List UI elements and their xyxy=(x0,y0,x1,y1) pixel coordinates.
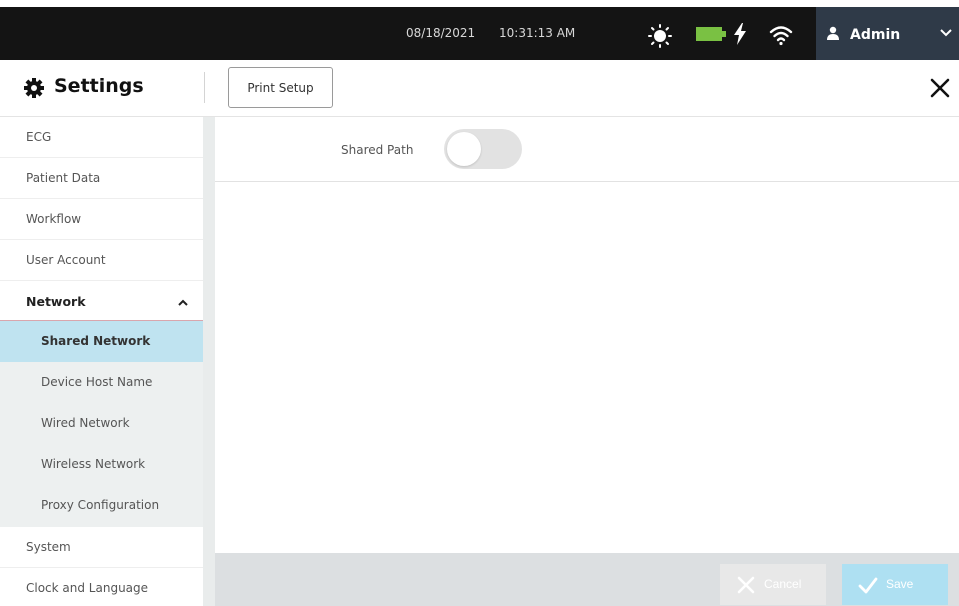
sidebar-item-label: Patient Data xyxy=(26,171,101,185)
cancel-label: Cancel xyxy=(764,577,802,591)
sidebar-item-label: Network xyxy=(26,294,86,309)
sidebar-subitem-label: Wired Network xyxy=(41,416,130,430)
sidebar-item-clock-and-language[interactable]: Clock and Language xyxy=(0,568,203,606)
sidebar-item-label: Clock and Language xyxy=(26,581,149,595)
battery-icon xyxy=(696,27,726,41)
sidebar-subitem-wireless-network[interactable]: Wireless Network xyxy=(0,444,203,485)
sidebar-item-label: ECG xyxy=(26,130,52,144)
sidebar-item-workflow[interactable]: Workflow xyxy=(0,199,203,240)
header-divider xyxy=(204,72,205,103)
row-divider xyxy=(215,181,959,182)
sidebar-item-patient-data[interactable]: Patient Data xyxy=(0,158,203,199)
save-button[interactable]: Save xyxy=(842,564,948,605)
settings-header: Settings Print Setup xyxy=(0,60,959,117)
sidebar-subitem-device-host-name[interactable]: Device Host Name xyxy=(0,362,203,403)
sidebar-item-user-account[interactable]: User Account xyxy=(0,240,203,281)
shared-path-label: Shared Path xyxy=(341,143,414,157)
chevron-up-icon xyxy=(178,299,188,306)
sidebar-item-label: User Account xyxy=(26,253,106,267)
close-icon[interactable] xyxy=(929,77,951,99)
action-footer: Cancel Save xyxy=(215,553,959,606)
close-icon xyxy=(737,576,755,594)
sidebar-subitem-proxy-configuration[interactable]: Proxy Configuration xyxy=(0,485,203,526)
sidebar-subitem-wired-network[interactable]: Wired Network xyxy=(0,403,203,444)
user-name: Admin xyxy=(850,27,901,43)
sidebar-item-network[interactable]: Network xyxy=(0,281,203,322)
charging-bolt-icon xyxy=(734,23,746,45)
sidebar-item-label: System xyxy=(26,540,71,554)
sidebar-subitem-label: Proxy Configuration xyxy=(41,498,160,512)
sun-icon[interactable] xyxy=(648,24,672,48)
status-bar: 08/18/2021 10:31:13 AM Admin xyxy=(0,0,959,60)
save-label: Save xyxy=(886,577,914,591)
network-subitems: Shared Network Device Host Name Wired Ne… xyxy=(0,321,203,527)
user-icon xyxy=(827,26,839,40)
sidebar-item-ecg[interactable]: ECG xyxy=(0,117,203,158)
sidebar-item-label: Workflow xyxy=(26,212,82,226)
toggle-knob xyxy=(447,132,481,166)
shared-network-panel: Shared Path xyxy=(215,117,959,553)
sidebar-item-system[interactable]: System xyxy=(0,527,203,568)
user-menu[interactable]: Admin xyxy=(816,7,959,60)
shared-path-toggle[interactable] xyxy=(444,129,522,169)
cancel-button[interactable]: Cancel xyxy=(720,564,826,605)
settings-content: Shared Path Cancel Save xyxy=(203,117,959,606)
print-setup-button[interactable]: Print Setup xyxy=(228,67,333,108)
checkmark-icon xyxy=(858,577,878,594)
sidebar-subitem-shared-network[interactable]: Shared Network xyxy=(0,321,203,362)
status-time: 10:31:13 AM xyxy=(499,26,576,40)
settings-sidebar: ECG Patient Data Workflow User Account N… xyxy=(0,117,203,606)
wifi-icon[interactable] xyxy=(769,24,793,46)
chevron-down-icon xyxy=(940,29,952,37)
gear-icon xyxy=(24,78,44,98)
sidebar-subitem-label: Device Host Name xyxy=(41,375,153,389)
sidebar-subitem-label: Wireless Network xyxy=(41,457,146,471)
page-title: Settings xyxy=(54,75,144,97)
status-date: 08/18/2021 xyxy=(406,26,476,40)
sidebar-subitem-label: Shared Network xyxy=(41,334,151,348)
